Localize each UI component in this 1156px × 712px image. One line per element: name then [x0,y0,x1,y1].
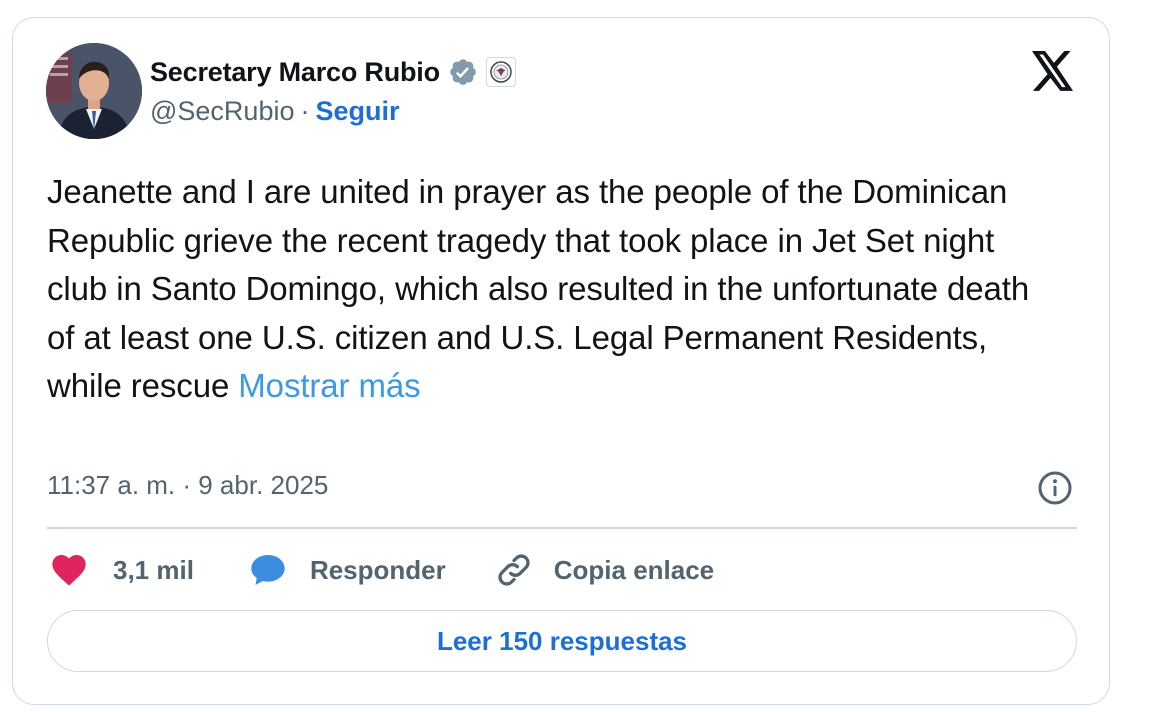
show-more-link[interactable]: Mostrar más [238,367,420,404]
handle-separator: · [300,96,310,126]
x-logo-icon[interactable] [1031,51,1075,91]
heart-icon [52,555,86,586]
handle-row: @SecRubio · Seguir [150,96,400,127]
info-icon[interactable] [1037,470,1073,506]
author-name[interactable]: Secretary Marco Rubio [150,57,440,88]
like-count: 3,1 mil [113,554,194,585]
tweet-timestamp[interactable]: 11:37 a. m. · 9 abr. 2025 [47,470,328,501]
avatar[interactable] [46,43,142,139]
link-icon [498,554,530,586]
action-bar: 3,1 mil Responder Copia enlace [49,548,714,592]
copy-link-label: Copia enlace [553,554,715,585]
reply-label: Responder [309,554,446,585]
read-replies-button[interactable]: Leer 150 respuestas [47,610,1077,672]
like-button[interactable]: 3,1 mil [49,550,194,590]
author-handle[interactable]: @SecRubio [150,96,294,127]
tweet-body: Jeanette and I are united in prayer as t… [47,173,1030,404]
author-row: Secretary Marco Rubio [150,54,516,90]
state-department-seal-icon [485,57,516,87]
verified-badge-icon [450,59,476,85]
reply-button[interactable]: Responder [248,550,446,590]
divider [47,527,1077,529]
tweet-text: Jeanette and I are united in prayer as t… [47,168,1057,411]
copy-link-button[interactable]: Copia enlace [494,550,714,590]
follow-button[interactable]: Seguir [315,96,399,127]
chat-bubble-icon [251,555,285,585]
tweet-card: Secretary Marco Rubio @SecRubio · Seguir… [12,17,1110,705]
